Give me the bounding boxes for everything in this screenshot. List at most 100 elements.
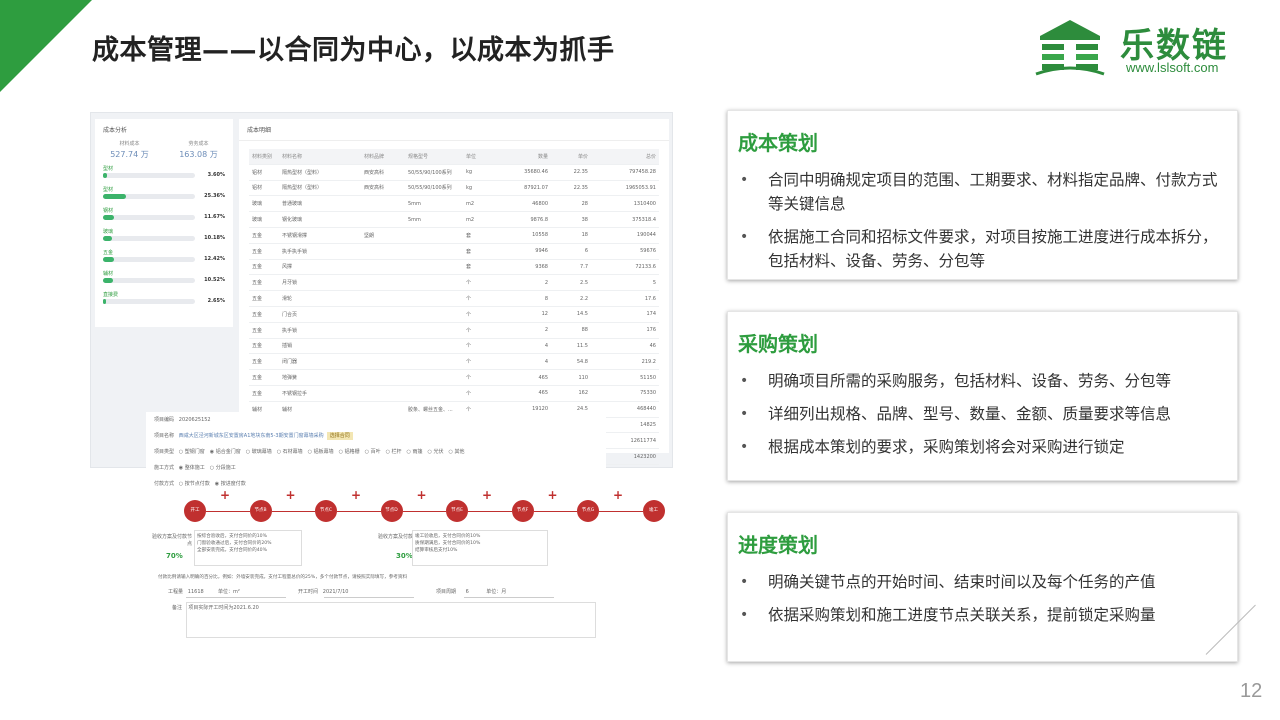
table-row[interactable]: 五金 月牙锁 个 2 2.5 5	[249, 275, 659, 292]
radio-option[interactable]: ○ 分段施工	[210, 465, 236, 471]
cost-category-label: 型材	[103, 187, 114, 193]
radio-option[interactable]: ○ 雨篷	[407, 449, 423, 455]
table-cell: 滑轮	[282, 296, 293, 303]
radio-option[interactable]: ○ 铝板幕墙	[308, 449, 334, 455]
timeline-node[interactable]: 竣工	[642, 500, 665, 522]
method-options: ◉ 整体施工 ○ 分段施工	[179, 465, 241, 471]
radio-option[interactable]: ◉ 整体施工	[179, 465, 205, 471]
table-cell: 17.6	[644, 295, 656, 302]
table-row[interactable]: 五金 执手执手锁 套 9946 6 59676	[249, 244, 659, 260]
table-cell: 五金	[252, 232, 263, 239]
table-cell: 465	[538, 390, 548, 397]
table-row[interactable]: 玻璃 钢化玻璃 5mm m2 9876.8 38 375318.4	[249, 212, 659, 228]
pay-options: ○ 按节点付款 ◉ 按进度付款	[179, 481, 251, 487]
timeline-node[interactable]: 节点D	[380, 500, 403, 522]
note1-textarea[interactable]: 按综合验收后，支付合同价的10% 门窗验收通过后，支付合同价的20% 全部安装完成，…	[194, 530, 302, 566]
table-cell: 不锈钢拉手	[282, 390, 308, 397]
radio-label: 按进度付款	[220, 481, 246, 487]
table-cell: 五金	[252, 390, 263, 397]
add-node-icon[interactable]: +	[548, 488, 558, 502]
column-header: 总价	[645, 153, 656, 160]
add-node-icon[interactable]: +	[482, 488, 492, 502]
cost-category-label: 钢材	[103, 208, 114, 214]
table-cell: 个	[466, 311, 472, 318]
table-cell: 110	[578, 374, 588, 381]
table-cell: 五金	[252, 311, 263, 318]
table-cell: 9876.8	[530, 216, 549, 223]
cost-analysis-panel: 成本分析 材料成本 527.74 万 劳务成本 163.08 万 型材 3.60% 型材…	[95, 119, 233, 327]
radio-label: 光伏	[433, 449, 444, 455]
table-cell: 162	[578, 390, 588, 397]
table-row[interactable]: 五金 滑轮 个 8 2.2 17.6	[249, 291, 659, 307]
table-cell: 59676	[640, 248, 656, 255]
column-header: 材料类别	[252, 153, 273, 160]
add-node-icon[interactable]: +	[351, 488, 361, 502]
card-list: 合同中明确规定项目的范围、工期要求、材料指定品牌、付款方式等关键信息 依据施工合…	[738, 168, 1225, 273]
note1-pct: 70%	[166, 552, 183, 560]
cost-progress-fill	[103, 278, 114, 283]
table-cell: 个	[466, 343, 472, 350]
table-cell: 1310400	[633, 200, 656, 207]
note2-textarea[interactable]: 竣工验收后，支付合同价的10% 质保期满后，支付合同价的10% 结算审核后支付10%	[412, 530, 548, 566]
cost-breakdown-list: 型材 3.60% 型材 25.36% 钢材 11.67% 玻璃 10.18% 五金 12.42% 辅…	[95, 165, 233, 307]
table-row[interactable]: 铝材 隔热型材（型料） 西安高科 50/55/90/100系列 kg 87921.07 22…	[249, 181, 659, 197]
add-node-icon[interactable]: +	[613, 488, 623, 502]
schedule-planning-card: 进度策划 明确关键节点的开始时间、结束时间以及每个任务的产值 依据采购策划和施工…	[727, 512, 1238, 662]
radio-label: 铝合金门窗	[215, 449, 241, 455]
select-contract-button[interactable]: 选择合同	[326, 432, 353, 440]
radio-option[interactable]: ◉ 铝合金门窗	[210, 449, 241, 455]
cost-percent: 12.42%	[204, 256, 225, 262]
table-row[interactable]: 五金 插销 个 4 11.5 46	[249, 339, 659, 355]
table-row[interactable]: 五金 门合页 个 12 14.5 174	[249, 307, 659, 323]
table-row[interactable]: 五金 地弹簧 个 465 110 51150	[249, 370, 659, 386]
timeline-node[interactable]: 开工	[184, 500, 206, 522]
table-cell: m2	[466, 216, 475, 223]
radio-option[interactable]: ○ 塑钢门窗	[179, 449, 205, 455]
radio-option[interactable]: ○ 光伏	[428, 449, 444, 455]
cost-progress-fill	[103, 215, 115, 220]
radio-option[interactable]: ○ 按节点付款	[179, 481, 210, 487]
table-row[interactable]: 五金 闭门器 个 4 54.8 219.2	[249, 354, 659, 371]
table-cell: 50/55/90/100系列	[408, 185, 452, 192]
timeline-arrow	[468, 511, 512, 512]
cost-percent: 10.52%	[204, 277, 225, 283]
table-cell: 4	[544, 358, 548, 365]
radio-option[interactable]: ○ 百叶	[365, 449, 381, 455]
table-cell: 12	[541, 311, 548, 318]
radio-option[interactable]: ○ 其他	[448, 449, 464, 455]
table-cell: 执手执手锁	[282, 248, 308, 255]
radio-option[interactable]: ○ 栏杆	[386, 449, 402, 455]
table-cell: 54.8	[576, 358, 588, 365]
memo-textarea[interactable]	[186, 602, 596, 638]
table-cell: 10558	[532, 232, 548, 239]
table-row[interactable]: 五金 不锈钢拉手 个 465 162 75330	[249, 386, 659, 402]
contract-value[interactable]: 西咸大区泾河新城东区安置房A1地块东南5-3期安置门窗幕墙采购	[179, 433, 324, 439]
table-row[interactable]: 五金 风撑 套 9368 7.7 72133.6	[249, 260, 659, 276]
table-cell: 个	[466, 280, 472, 287]
timeline-node[interactable]: 节点F	[511, 500, 534, 522]
table-row[interactable]: 玻璃 普通玻璃 5mm m2 46800 28 1310400	[249, 196, 659, 213]
radio-option[interactable]: ○ 铝格栅	[339, 449, 360, 455]
table-cell: 执手锁	[282, 327, 298, 334]
table-cell: 72133.6	[635, 263, 656, 270]
radio-option[interactable]: ○ 玻璃幕墙	[246, 449, 272, 455]
table-cell: 190044	[636, 232, 656, 239]
timeline-node[interactable]: 节点C	[315, 500, 337, 522]
timeline-node[interactable]: 节点B	[249, 500, 272, 522]
table-cell: 铝材	[252, 185, 263, 192]
table-cell: 219.2	[641, 358, 656, 365]
table-row[interactable]: 五金 不锈钢滑撑 坚朗 套 10558 18 190044	[249, 228, 659, 244]
table-row[interactable]: 五金 执手锁 个 2 88 176	[249, 323, 659, 339]
add-node-icon[interactable]: +	[417, 488, 427, 502]
card-title: 进度策划	[738, 533, 818, 557]
add-node-icon[interactable]: +	[286, 488, 296, 502]
timeline-node[interactable]: 节点G	[577, 500, 599, 522]
table-row[interactable]: 铝材 隔热型材（型料） 西安高科 50/55/90/100系列 kg 35680.46 22…	[249, 165, 659, 181]
radio-option[interactable]: ◉ 按进度付款	[215, 481, 246, 487]
timeline-node[interactable]: 节点E	[446, 500, 468, 522]
table-cell: 套	[466, 264, 472, 271]
add-node-icon[interactable]: +	[220, 488, 230, 502]
radio-option[interactable]: ○ 石材幕墙	[277, 449, 303, 455]
cost-progress-bar	[103, 215, 195, 220]
table-cell: 38	[581, 216, 588, 223]
